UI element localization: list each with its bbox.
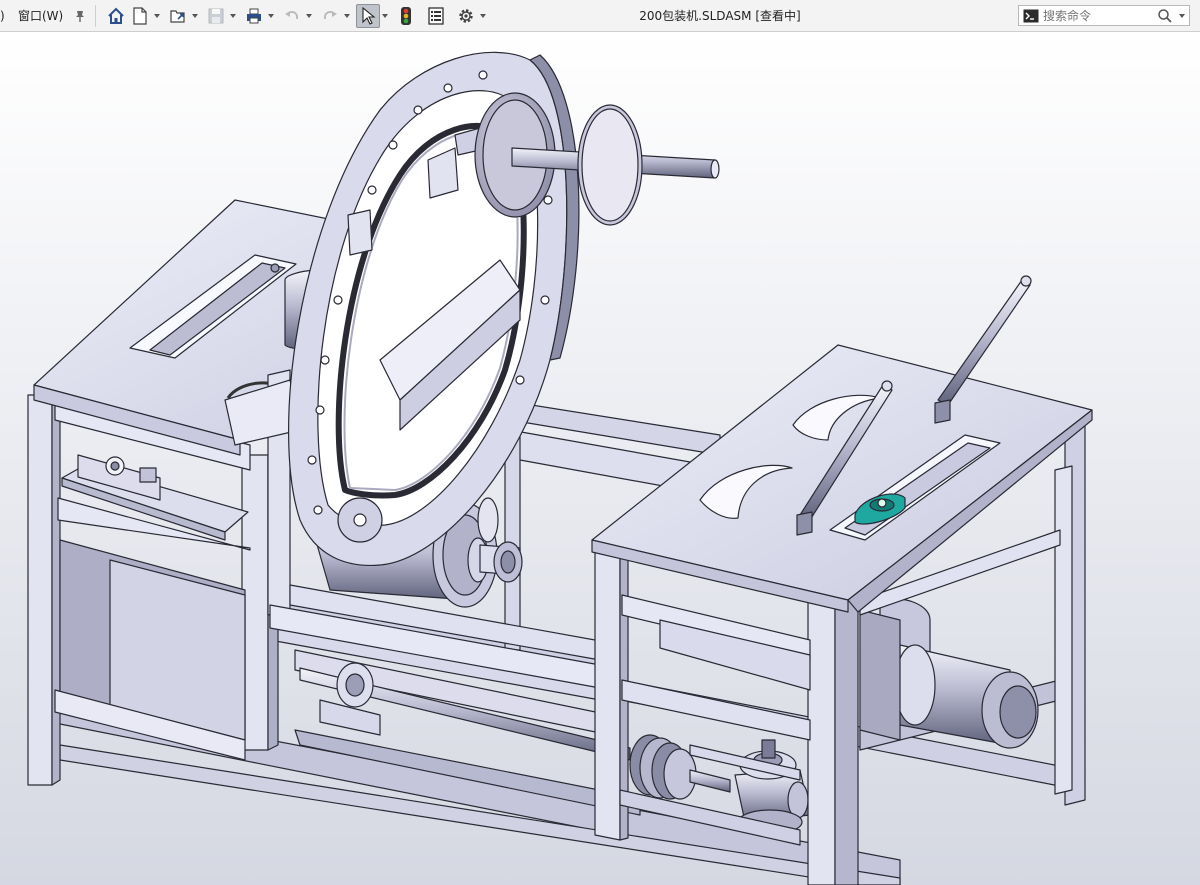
options-gear-icon [459,8,473,23]
undo-button[interactable] [280,4,304,28]
search-icon[interactable] [1157,8,1173,24]
open-dropdown[interactable] [190,4,200,28]
rebuild-button[interactable] [394,4,418,28]
rebuild-traffic-light-icon [401,6,412,25]
redo-icon [324,10,338,19]
pin-icon[interactable] [73,9,87,23]
command-search[interactable] [1018,5,1190,26]
select-pointer-icon [362,6,376,25]
window-menu[interactable]: 窗口(W) [18,7,63,24]
redo-dropdown[interactable] [342,4,352,28]
graphics-viewport[interactable] [0,32,1200,885]
select-dropdown[interactable] [380,4,390,28]
print-button[interactable] [242,4,266,28]
file-properties-icon [428,6,444,25]
new-document-button[interactable] [128,4,152,28]
save-icon [208,8,224,23]
file-properties-button[interactable] [424,4,448,28]
new-document-dropdown[interactable] [152,4,162,28]
search-input[interactable] [1043,7,1157,24]
print-dropdown[interactable] [266,4,276,28]
print-icon [247,8,262,23]
undo-icon [285,10,299,19]
options-dropdown[interactable] [478,4,488,28]
open-button[interactable] [166,4,190,28]
save-dropdown[interactable] [228,4,238,28]
select-button[interactable] [356,3,381,28]
open-folder-icon [170,9,185,23]
menu-fragment[interactable]: ) [0,9,10,23]
options-button[interactable] [454,4,478,28]
window-title: 200包装机.SLDASM [查看中] [639,9,801,23]
command-prompt-icon [1023,9,1039,22]
home-icon [108,7,124,24]
new-document-icon [133,6,147,25]
redo-button[interactable] [318,4,342,28]
home-button[interactable] [104,4,128,28]
search-dropdown[interactable] [1177,4,1187,28]
undo-dropdown[interactable] [304,4,314,28]
toolbar-separator [95,4,97,27]
save-button[interactable] [204,4,228,28]
